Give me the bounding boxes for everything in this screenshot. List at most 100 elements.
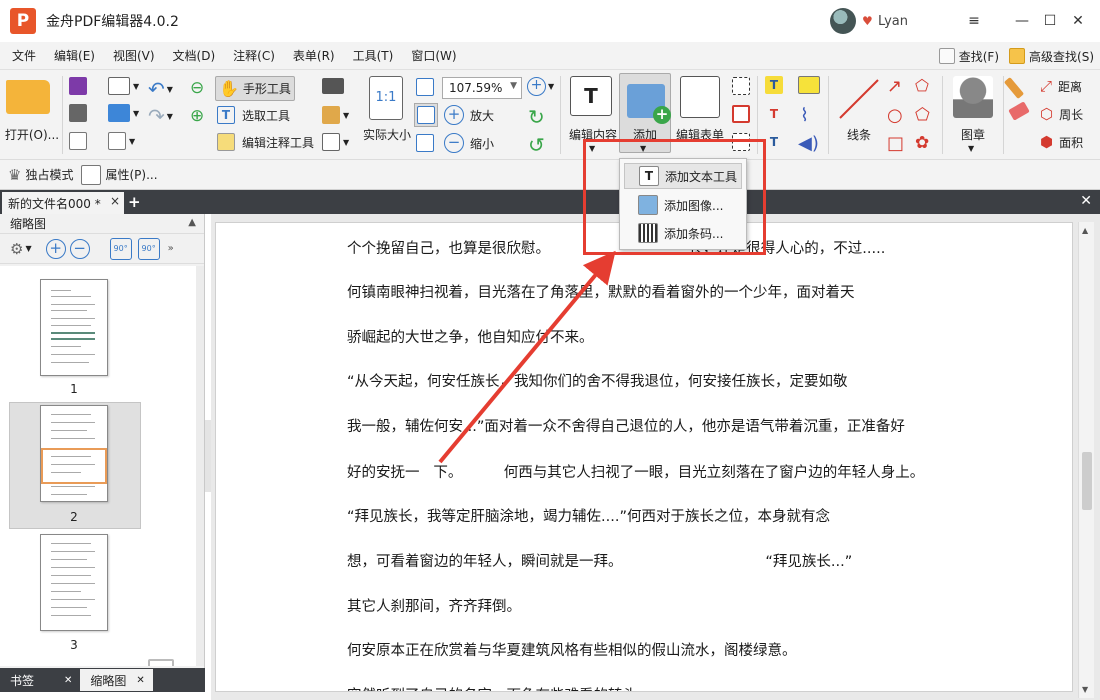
add-caret[interactable]: ▼ — [640, 144, 646, 153]
menu-comment[interactable]: 注释(C) — [233, 47, 275, 64]
thumbnails-tab[interactable]: 缩略图 ✕ — [80, 669, 153, 691]
menu-view[interactable]: 视图(V) — [113, 47, 155, 64]
select-tool-button[interactable]: T 选取工具 — [217, 106, 290, 124]
page-thumbnail-1[interactable] — [40, 279, 108, 376]
underline-button[interactable]: T — [765, 133, 783, 151]
add-text-tool-item[interactable]: T 添加文本工具 — [624, 163, 742, 189]
find-button[interactable]: 查找(F) — [938, 48, 999, 65]
page-thumbnail-3[interactable] — [40, 534, 108, 631]
text-box-button[interactable] — [732, 105, 750, 123]
zoom-select[interactable]: 107.59% ▼ — [442, 77, 522, 99]
redo-button[interactable]: ↷ ▼ — [148, 104, 173, 128]
stamp-button[interactable] — [953, 76, 993, 118]
snapshot-button[interactable] — [322, 78, 344, 94]
tab-close-icon[interactable]: × — [110, 194, 120, 208]
edit-content-caret[interactable]: ▼ — [589, 144, 595, 153]
edit-annotation-tool-button[interactable]: 编辑注释工具 — [217, 133, 314, 151]
fit-width-button[interactable] — [414, 103, 438, 127]
menu-edit[interactable]: 编辑(E) — [54, 47, 95, 64]
exclusive-mode-button[interactable]: ♛ 独占模式 — [8, 166, 73, 184]
save-button[interactable] — [69, 77, 87, 95]
zoom-in-thumb-icon[interactable]: + — [45, 238, 66, 259]
add-barcode-item[interactable]: 添加条码... — [624, 220, 742, 246]
hand-tool-button[interactable]: ✋ 手形工具 — [215, 76, 295, 101]
menu-window[interactable]: 窗口(W) — [411, 47, 456, 64]
scroll-down-icon[interactable]: ▼ — [1082, 685, 1088, 694]
callout-button[interactable] — [732, 133, 750, 151]
strikeout-button[interactable]: T — [765, 105, 783, 123]
avatar[interactable] — [830, 8, 857, 34]
perimeter-button[interactable]: ⬡ 周长 — [1040, 105, 1083, 123]
properties-button[interactable]: 属性(P)... — [81, 164, 158, 185]
polygon-button[interactable]: ⬠ — [915, 105, 930, 125]
lines-button[interactable] — [836, 76, 882, 122]
bookmarks-tab[interactable]: 书签 ✕ — [0, 669, 80, 691]
add-image-item[interactable]: 添加图像... — [624, 192, 742, 218]
page-thumbnail-2[interactable] — [40, 405, 108, 502]
scrollbar-thumb[interactable] — [1082, 452, 1092, 510]
fit-visible-button[interactable] — [416, 134, 434, 152]
close-icon[interactable]: ✕ — [136, 675, 144, 686]
attach-button[interactable]: ⌇ — [800, 105, 809, 126]
edit-form-button[interactable] — [680, 76, 720, 118]
menu-document[interactable]: 文档(D) — [173, 47, 216, 64]
hamburger-menu-icon[interactable]: ≡ — [960, 0, 988, 42]
settings-gear-icon[interactable]: ⚙ — [10, 240, 23, 258]
rectangle-button[interactable]: □ — [887, 133, 904, 154]
document-tab[interactable]: 新的文件名000 * × — [2, 192, 124, 214]
rotate-left-button[interactable]: 90° — [109, 237, 132, 260]
ellipse-button[interactable]: ○ — [887, 105, 903, 126]
close-icon[interactable]: ✕ — [64, 675, 72, 686]
scan-button[interactable]: ▼ — [108, 104, 139, 122]
clipboard-button[interactable]: ▼ — [322, 106, 349, 124]
zoom-out-button[interactable]: − 缩小 — [444, 133, 494, 153]
rotate-cw-button[interactable]: ↻ — [528, 105, 545, 129]
new-tab-button[interactable]: + — [128, 193, 141, 211]
scroll-up-icon[interactable]: ▲ — [1082, 226, 1088, 235]
undo-button[interactable]: ↶ ▼ — [148, 77, 173, 101]
export-button[interactable] — [69, 132, 87, 150]
zoom-menu-button[interactable]: + ▼ — [527, 77, 554, 96]
panel-collapse-icon[interactable]: ▲ — [188, 217, 196, 228]
eraser-button[interactable] — [1008, 101, 1030, 121]
stamp-caret[interactable]: ▼ — [968, 144, 974, 153]
forward-button[interactable]: ⊕ — [190, 106, 204, 126]
user-area[interactable]: ♥ Lyan — [830, 8, 908, 34]
arrow-shape-button[interactable]: ↗ — [887, 76, 902, 97]
area-button[interactable]: ⬢ 面积 — [1040, 133, 1083, 151]
zoom-out-thumb-icon[interactable]: − — [69, 238, 90, 259]
polygon-line-button[interactable]: ⬠ — [915, 76, 929, 95]
menu-file[interactable]: 文件 — [12, 47, 36, 64]
back-button[interactable]: ⊖ — [190, 78, 204, 98]
cloud-button[interactable]: ✿ — [915, 133, 929, 153]
minimize-button[interactable]: — — [1008, 0, 1036, 42]
email-button[interactable]: ▼ — [108, 77, 139, 95]
print-button[interactable] — [69, 104, 87, 122]
rotate-ccw-button[interactable]: ↺ — [528, 133, 545, 157]
menu-form[interactable]: 表单(R) — [293, 47, 335, 64]
rotate-right-button[interactable]: 90° — [137, 237, 160, 260]
thumbnail-scrollbar[interactable] — [196, 266, 204, 666]
menu-tools[interactable]: 工具(T) — [353, 47, 394, 64]
close-all-tabs-button[interactable]: ✕ — [1080, 193, 1092, 209]
pencil-button[interactable] — [1003, 77, 1025, 99]
more-chevron-icon[interactable]: » — [168, 243, 174, 254]
document-scrollbar[interactable]: ▲ ▼ — [1078, 222, 1094, 698]
actual-size-button[interactable]: 1:1 — [369, 76, 403, 120]
sound-button[interactable]: ◀) — [798, 133, 819, 154]
close-button[interactable]: ✕ — [1064, 0, 1092, 42]
open-button[interactable] — [6, 80, 50, 114]
edit-content-button[interactable]: T — [570, 76, 612, 116]
find-in-doc-button[interactable]: ▼ — [322, 133, 349, 151]
maximize-button[interactable]: ☐ — [1036, 0, 1064, 42]
new-doc-button[interactable]: ▼ — [108, 132, 135, 150]
distance-button[interactable]: ⤢ 距离 — [1040, 77, 1082, 95]
zoom-in-button[interactable]: + 放大 — [444, 105, 494, 125]
fit-page-button[interactable] — [416, 78, 434, 96]
advanced-find-button[interactable]: 高级查找(S) — [1009, 48, 1094, 65]
text-field-button[interactable] — [732, 77, 750, 95]
typewriter-button[interactable]: T — [765, 76, 783, 94]
chevron-down-icon[interactable]: ▼ — [25, 244, 31, 253]
username[interactable]: Lyan — [878, 14, 908, 29]
pdf-page[interactable]: 个个挽留自己，也算是很欣慰。 长，还是很得人心的，不过..... 何镇南眼神扫视… — [215, 222, 1073, 692]
